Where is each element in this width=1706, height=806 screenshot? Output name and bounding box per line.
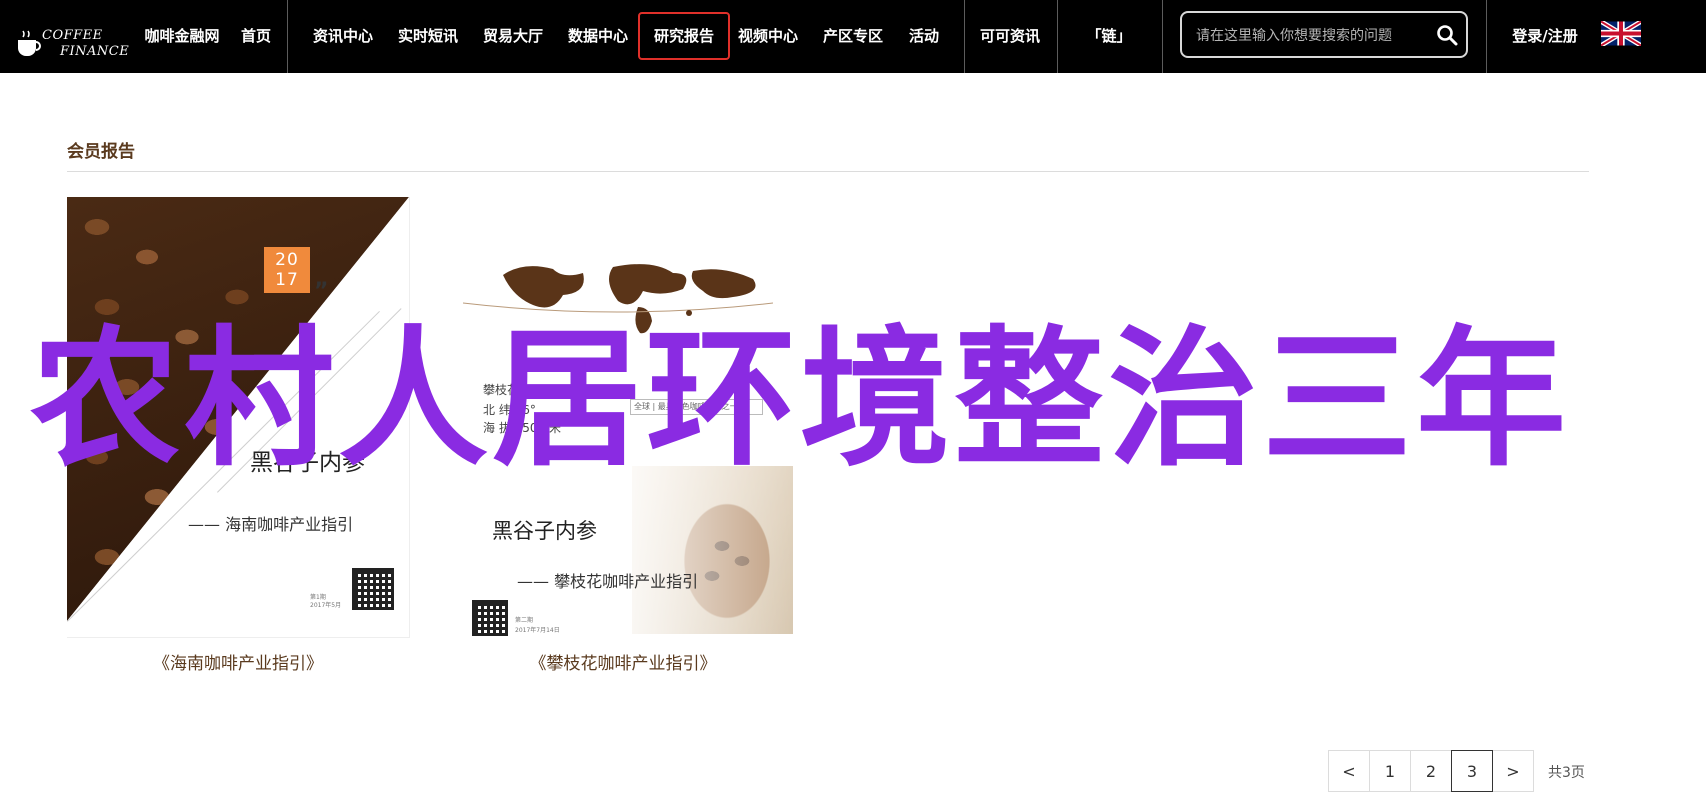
cover-title: 黑谷子内参 xyxy=(250,450,365,476)
top-navbar: COFFEE FINANCE 咖啡金融网 首页 资讯中心 实时短讯 贸易大厅 数… xyxy=(0,0,1706,73)
nav-divider xyxy=(1486,0,1487,73)
report-card-hainan[interactable]: 20 17 ” 黑谷子内参 —— 海南咖啡产业指引 第1期 2017年5月 《海… xyxy=(67,197,410,674)
page-button-1[interactable]: 1 xyxy=(1369,750,1411,792)
nav-chain[interactable]: 「链」 xyxy=(1072,0,1146,73)
quote-mark: ” xyxy=(314,279,329,304)
site-logo[interactable]: COFFEE FINANCE xyxy=(12,4,130,66)
pagination: < 1 2 3 > xyxy=(1328,750,1534,792)
prev-page-button[interactable]: < xyxy=(1328,750,1370,792)
nav-events[interactable]: 活动 xyxy=(904,0,944,73)
logo-line-1: COFFEE xyxy=(42,28,103,43)
nav-divider xyxy=(287,0,288,73)
qr-code xyxy=(472,600,508,636)
logo-line-2: FINANCE xyxy=(60,44,130,59)
report-title-link[interactable]: 《海南咖啡产业指引》 xyxy=(67,649,409,674)
report-card-panzhihua[interactable]: 攀枝花 北 纬 26° 海 拔 1500 米 全球 | 最具特色咖啡产区之一 黑… xyxy=(453,251,793,674)
section-title: 会员报告 xyxy=(67,142,135,162)
next-page-button[interactable]: > xyxy=(1492,750,1534,792)
section-divider xyxy=(67,171,1589,172)
nav-cocoa-news[interactable]: 可可资讯 xyxy=(973,0,1047,73)
nav-home[interactable]: 首页 xyxy=(236,0,276,73)
year-badge: 20 17 xyxy=(264,247,310,293)
nav-divider xyxy=(964,0,965,73)
page-button-2[interactable]: 2 xyxy=(1410,750,1452,792)
cover-date: 2017年7月14日 xyxy=(515,627,560,634)
nav-site-name[interactable]: 咖啡金融网 xyxy=(142,0,222,73)
report-cover-image[interactable]: 20 17 ” 黑谷子内参 —— 海南咖啡产业指引 第1期 2017年5月 xyxy=(67,197,410,638)
nav-divider xyxy=(1057,0,1058,73)
page-button-3-current[interactable]: 3 xyxy=(1451,750,1493,792)
cover-date: 2017年5月 xyxy=(310,602,342,609)
cover-latitude: 北 纬 26° xyxy=(483,403,536,417)
nav-data-center[interactable]: 数据中心 xyxy=(561,0,635,73)
qr-code xyxy=(352,568,394,610)
cover-issue: 第二期 xyxy=(515,617,534,624)
report-cover-image[interactable]: 攀枝花 北 纬 26° 海 拔 1500 米 全球 | 最具特色咖啡产区之一 黑… xyxy=(453,251,793,637)
report-title-link[interactable]: 《攀枝花咖啡产业指引》 xyxy=(453,649,793,674)
login-register-link[interactable]: 登录/注册 xyxy=(1505,0,1585,73)
nav-origin-zone[interactable]: 产区专区 xyxy=(816,0,890,73)
nav-news-center[interactable]: 资讯中心 xyxy=(306,0,380,73)
world-map-graphic xyxy=(463,264,773,334)
cover-altitude: 海 拔 1500 米 xyxy=(483,421,561,435)
cover-place: 攀枝花 xyxy=(483,383,520,397)
search-icon[interactable] xyxy=(1436,24,1458,46)
cover-subtitle: —— 海南咖啡产业指引 xyxy=(188,515,354,534)
search-input[interactable] xyxy=(1194,13,1428,58)
cover-subtitle: —— 攀枝花咖啡产业指引 xyxy=(517,572,699,591)
nav-flash-news[interactable]: 实时短讯 xyxy=(391,0,465,73)
nav-trade-hall[interactable]: 贸易大厅 xyxy=(476,0,550,73)
nav-divider xyxy=(1162,0,1163,73)
page-count-label: 共3页 xyxy=(1548,765,1585,781)
nav-video-center[interactable]: 视频中心 xyxy=(731,0,805,73)
cover-title: 黑谷子内参 xyxy=(492,519,597,543)
search-box xyxy=(1180,11,1468,58)
uk-flag-icon[interactable] xyxy=(1601,21,1641,46)
nav-research-reports[interactable]: 研究报告 xyxy=(634,0,734,73)
cover-tag: 全球 | 最具特色咖啡产区之一 xyxy=(630,399,763,415)
